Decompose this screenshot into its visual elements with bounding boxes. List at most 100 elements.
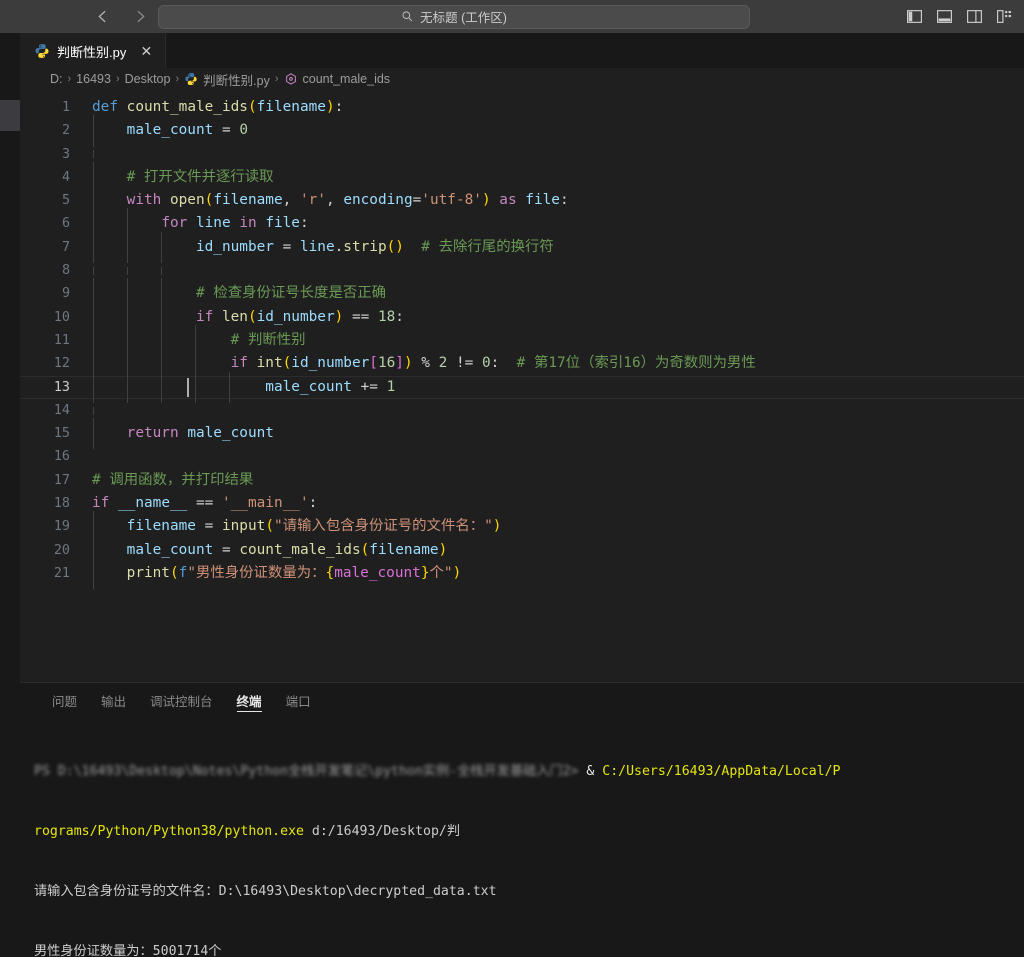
- close-icon[interactable]: ✕: [137, 42, 155, 60]
- code-line-active[interactable]: 13 male_count += 1: [20, 371, 1024, 403]
- toggle-secondary-sidebar-icon[interactable]: [964, 7, 984, 27]
- line-content: if int(id_number[16]) % 2 != 0: # 第17位（索…: [92, 348, 1024, 380]
- breadcrumb-separator: ›: [175, 73, 180, 85]
- line-content: male_count = 0: [92, 115, 1024, 147]
- line-content: for line in file:: [92, 208, 1024, 240]
- line-number: 18: [53, 496, 70, 512]
- workbench-body: 判断性别.py ✕ D: › 16493 › Desktop › 判断性别.py…: [0, 33, 1024, 957]
- line-number: 11: [53, 332, 70, 348]
- line-number: 6: [61, 216, 70, 232]
- panel-tab-output[interactable]: 输出: [89, 683, 138, 718]
- editor-group: 判断性别.py ✕ D: › 16493 › Desktop › 判断性别.py…: [20, 33, 1024, 957]
- title-bar: 无标题 (工作区): [0, 0, 1024, 33]
- line-number: 10: [53, 309, 70, 325]
- line-content: id_number = line.strip() # 去除行尾的换行符: [92, 231, 1024, 264]
- line-content: male_count = count_male_ids(filename): [92, 534, 1024, 566]
- line-number: 12: [53, 356, 70, 372]
- terminal-output[interactable]: PS D:\16493\Desktop\Notes\Python全栈开发笔记\p…: [20, 718, 1024, 957]
- code-line[interactable]: 4 # 打开文件并逐行读取: [20, 161, 1024, 194]
- panel-tab-debug-console[interactable]: 调试控制台: [138, 683, 225, 718]
- vscode-window: 无标题 (工作区) 判断性别.py ✕ D: › 16493 › Desktop…: [0, 0, 1024, 957]
- breadcrumb-separator: ›: [274, 73, 279, 85]
- code-line[interactable]: 17 # 调用函数，并打印结果: [20, 469, 1024, 492]
- terminal-line-command: PS D:\16493\Desktop\Notes\Python全栈开发笔记\p…: [34, 762, 1024, 782]
- code-line[interactable]: 19 filename = input("请输入包含身份证号的文件名："): [20, 511, 1024, 543]
- line-number: 17: [53, 472, 70, 488]
- code-line[interactable]: 2 male_count = 0: [20, 115, 1024, 147]
- line-number: 8: [61, 263, 70, 279]
- breadcrumb: D: › 16493 › Desktop › 判断性别.py › count_m…: [20, 68, 1024, 90]
- python-file-icon: [35, 44, 49, 58]
- breadcrumb-item-file[interactable]: 判断性别.py: [184, 70, 270, 89]
- breadcrumb-item-symbol[interactable]: count_male_ids: [284, 72, 390, 86]
- breadcrumb-item-desktop[interactable]: Desktop: [125, 72, 171, 86]
- panel-tab-ports[interactable]: 端口: [274, 683, 323, 718]
- code-line[interactable]: 3: [20, 143, 1024, 166]
- code-line[interactable]: 11 # 判断性别: [20, 324, 1024, 357]
- line-content: with open(filename, 'r', encoding='utf-8…: [92, 185, 1024, 217]
- breadcrumb-item-drive[interactable]: D:: [50, 72, 63, 86]
- panel-tab-bar: 问题 输出 调试控制台 终端 端口: [20, 683, 1024, 718]
- terminal-line-output-2: 男性身份证数量为：5001714个: [34, 944, 222, 957]
- toggle-panel-icon[interactable]: [934, 7, 954, 27]
- layout-controls: [904, 0, 1014, 33]
- code-line[interactable]: 8: [20, 259, 1024, 282]
- code-line[interactable]: 10 if len(id_number) == 18:: [20, 301, 1024, 333]
- code-line[interactable]: 14: [20, 399, 1024, 422]
- line-number: 2: [61, 123, 70, 139]
- terminal-command-path-part1: C:/Users/16493/AppData/Local/P: [602, 764, 841, 779]
- line-content: def count_male_ids(filename):: [92, 99, 344, 115]
- line-number: 16: [53, 449, 70, 465]
- arrow-right-icon[interactable]: [130, 7, 150, 27]
- code-lines: 1 def count_male_ids(filename): 2 male_co…: [20, 90, 1024, 590]
- terminal-command-arg: d:/16493/Desktop/判: [303, 824, 461, 839]
- code-line[interactable]: 20 male_count = count_male_ids(filename): [20, 534, 1024, 566]
- arrow-left-icon[interactable]: [92, 7, 112, 27]
- code-line[interactable]: 21 print(f"男性身份证数量为：{male_count}个"): [20, 557, 1024, 590]
- symbol-method-icon: [285, 73, 296, 85]
- breadcrumb-item-16493[interactable]: 16493: [76, 72, 111, 86]
- line-content: if __name__ == '__main__':: [92, 495, 318, 512]
- line-number: 7: [61, 239, 70, 255]
- terminal-line-command-wrap: rograms/Python/Python38/python.exe d:/16…: [34, 822, 1024, 842]
- breadcrumb-separator: ›: [115, 73, 120, 85]
- activity-bar-active-item[interactable]: [0, 100, 20, 131]
- toggle-primary-sidebar-icon[interactable]: [904, 7, 924, 27]
- code-line[interactable]: 18 if __name__ == '__main__':: [20, 492, 1024, 515]
- line-number: 1: [61, 100, 70, 115]
- quick-open-search-input[interactable]: 无标题 (工作区): [158, 4, 750, 29]
- code-line[interactable]: 12 if int(id_number[16]) % 2 != 0: # 第17…: [20, 348, 1024, 380]
- terminal-amp: &: [578, 764, 603, 779]
- line-content: # 调用函数，并打印结果: [92, 471, 254, 488]
- terminal-command-path-part2: rograms/Python/Python38/python.exe: [34, 824, 304, 839]
- panel-tab-terminal[interactable]: 终端: [225, 683, 274, 718]
- editor-tab-bar: 判断性别.py ✕: [20, 33, 1024, 68]
- code-line[interactable]: 6 for line in file:: [20, 208, 1024, 240]
- line-content: return male_count: [92, 418, 1024, 450]
- text-cursor: [187, 377, 189, 397]
- line-number: 15: [53, 426, 70, 442]
- title-bar-nav: [0, 7, 150, 27]
- line-number: 5: [61, 193, 70, 209]
- line-number: 19: [53, 519, 70, 535]
- editor-tab-判断性别-py[interactable]: 判断性别.py ✕: [20, 33, 167, 68]
- code-line[interactable]: 1 def count_male_ids(filename):: [20, 96, 1024, 119]
- line-number: 13: [53, 379, 70, 395]
- code-line[interactable]: 16: [20, 445, 1024, 468]
- code-line[interactable]: 7 id_number = line.strip() # 去除行尾的换行符: [20, 231, 1024, 264]
- line-number: 3: [61, 146, 70, 162]
- quick-open-value: 无标题 (工作区): [420, 11, 507, 25]
- python-file-icon: [185, 72, 197, 86]
- search-icon: [402, 11, 413, 22]
- panel-tab-problems[interactable]: 问题: [40, 683, 89, 718]
- editor-tab-label: 判断性别.py: [57, 44, 127, 60]
- line-number: 21: [53, 565, 70, 581]
- customize-layout-icon[interactable]: [994, 7, 1014, 27]
- code-line[interactable]: 9 # 检查身份证号长度是否正确: [20, 278, 1024, 310]
- line-content: print(f"男性身份证数量为：{male_count}个"): [92, 557, 1024, 590]
- code-line[interactable]: 5 with open(filename, 'r', encoding='utf…: [20, 185, 1024, 217]
- line-content: # 判断性别: [92, 324, 1024, 357]
- code-editor[interactable]: 1 def count_male_ids(filename): 2 male_co…: [20, 90, 1024, 682]
- terminal-line-output-1: 请输入包含身份证号的文件名：D:\16493\Desktop\decrypted…: [34, 884, 497, 899]
- code-line[interactable]: 15 return male_count: [20, 418, 1024, 450]
